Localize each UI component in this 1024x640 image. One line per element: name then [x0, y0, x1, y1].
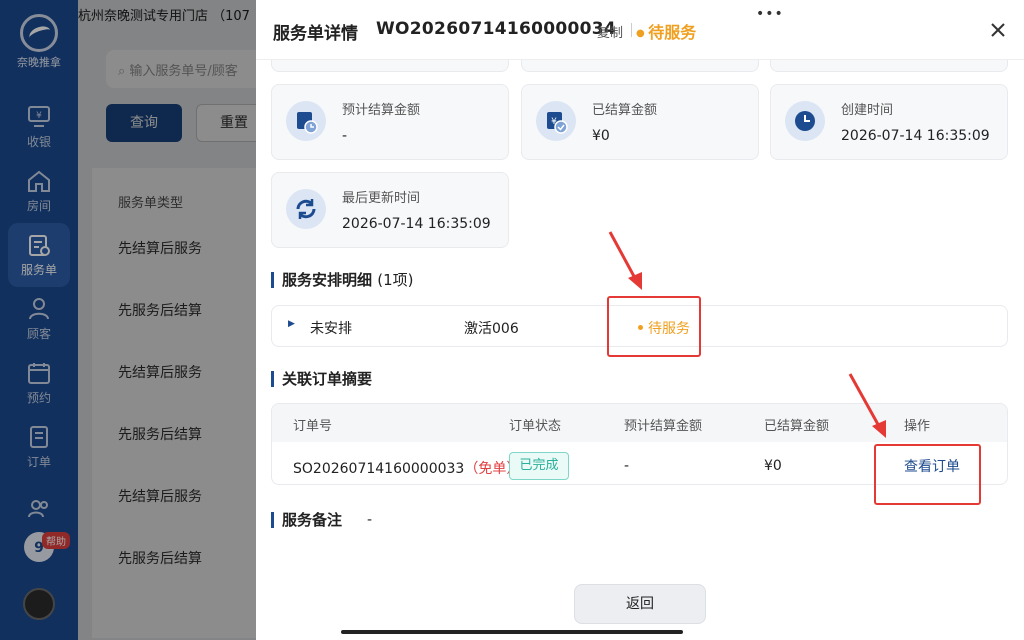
info-card-partial — [271, 60, 509, 72]
status-text: 待服务 — [648, 23, 697, 42]
status-badge: ● 待服务 — [636, 19, 696, 43]
column-header: 订单号 — [293, 419, 333, 434]
copy-button[interactable]: 复制 — [597, 22, 623, 41]
card-value: ¥0 — [592, 128, 610, 144]
settled-amount-icon: ¥ — [536, 101, 576, 141]
status-dot: ● — [636, 28, 649, 39]
back-button[interactable]: 返回 — [574, 584, 706, 624]
arrangement-staff: 未安排 — [310, 321, 352, 337]
column-header: 已结算金额 — [764, 419, 830, 434]
settled-amount-card: ¥ 已结算金额 ¥0 — [521, 84, 759, 160]
table-header-row: 订单号 订单状态 预计结算金额 已结算金额 操作 — [272, 404, 1007, 442]
annotation-arrow-icon — [608, 231, 642, 290]
arrangement-count: (1项) — [377, 271, 414, 289]
close-icon[interactable] — [988, 20, 1008, 40]
expand-caret-icon[interactable]: ▶ — [288, 319, 295, 329]
page-title: 服务单详情 — [273, 24, 358, 44]
orders-section-title: 关联订单摘要 — [271, 371, 372, 387]
divider — [631, 23, 632, 37]
remark-section-title: 服务备注 — [271, 512, 342, 528]
estimated-settlement-card: 预计结算金额 - — [271, 84, 509, 160]
estimate-cell: - — [624, 458, 630, 474]
card-value: 2026-07-14 16:35:09 — [342, 216, 491, 232]
order-number: SO20260714160000033 — [293, 461, 465, 477]
arrangement-section-title: 服务安排明细 (1项) — [271, 272, 414, 288]
card-value: - — [342, 128, 348, 144]
card-label: 最后更新时间 — [342, 191, 421, 206]
info-card-partial — [521, 60, 759, 72]
annotation-arrow-icon — [848, 373, 886, 438]
modal-overlay[interactable] — [78, 0, 256, 640]
column-header: 订单状态 — [509, 419, 562, 434]
remark-value: - — [367, 512, 373, 528]
created-time-card: 创建时间 2026-07-14 16:35:09 — [770, 84, 1008, 160]
column-header: 操作 — [904, 419, 931, 434]
service-order-detail-drawer: ••• 服务单详情 WO20260714160000034 复制 ● 待服务 预… — [256, 0, 1024, 640]
clock-icon — [785, 101, 825, 141]
column-header: 预计结算金额 — [624, 419, 703, 434]
sidebar-overlay — [0, 0, 78, 640]
order-number-cell: SO20260714160000033（免单） — [293, 458, 520, 478]
card-label: 预计结算金额 — [342, 103, 421, 118]
home-indicator — [341, 630, 683, 634]
refresh-icon — [286, 189, 326, 229]
annotation-box — [607, 296, 701, 357]
section-title-text: 服务安排明细 — [282, 271, 373, 289]
service-order-number: WO20260714160000034 — [376, 19, 616, 39]
arrangement-project: 激活006 — [464, 321, 519, 337]
card-label: 创建时间 — [841, 103, 894, 118]
annotation-box — [874, 444, 981, 505]
estimate-settlement-icon — [286, 101, 326, 141]
card-label: 已结算金额 — [592, 103, 658, 118]
info-card-partial — [770, 60, 1008, 72]
order-status-badge: 已完成 — [509, 452, 569, 480]
card-value: 2026-07-14 16:35:09 — [841, 128, 990, 144]
updated-time-card: 最后更新时间 2026-07-14 16:35:09 — [271, 172, 509, 248]
drawer-header: 服务单详情 WO20260714160000034 复制 ● 待服务 — [256, 0, 1024, 60]
settled-cell: ¥0 — [764, 458, 782, 474]
